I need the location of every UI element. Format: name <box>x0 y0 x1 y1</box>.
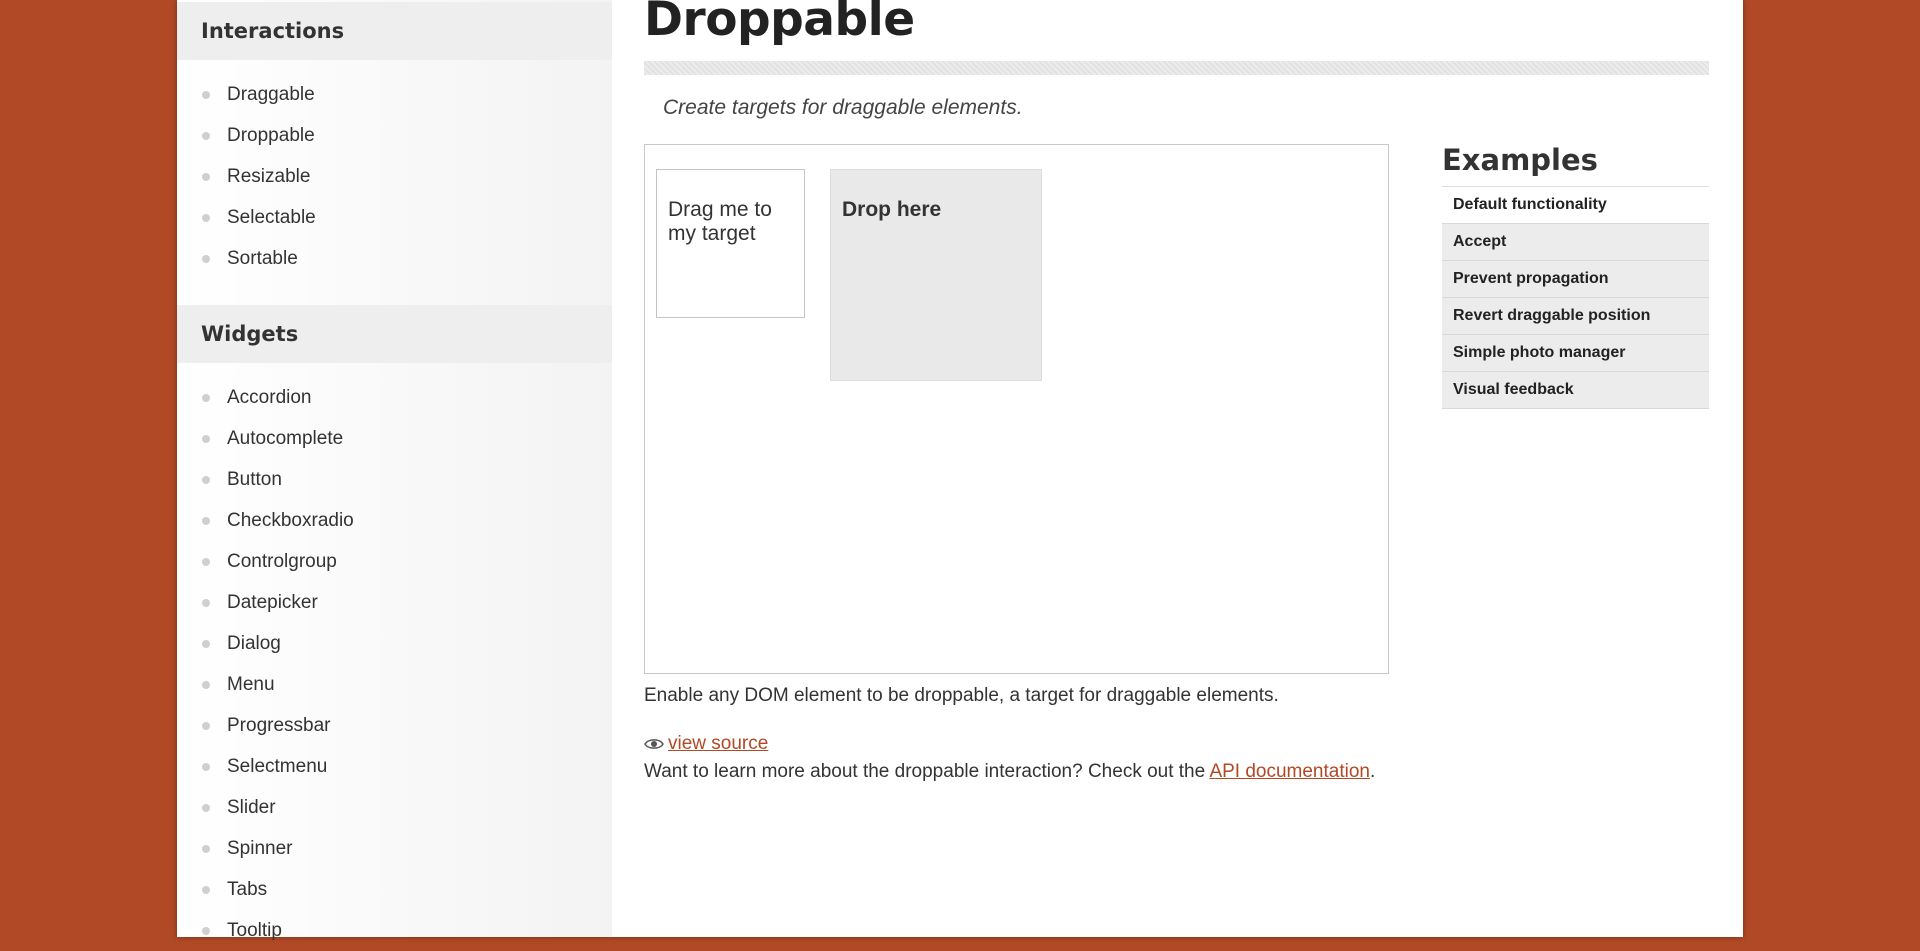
sidebar-item-button[interactable]: Button <box>177 459 612 500</box>
sidebar-item-label[interactable]: Dialog <box>227 633 281 655</box>
bullet-icon <box>202 803 210 812</box>
sidebar-item-label[interactable]: Resizable <box>227 166 310 188</box>
sidebar-heading-interactions: Interactions <box>177 2 612 60</box>
widgets-list: Accordion Autocomplete Button Checkboxra… <box>177 363 612 951</box>
sidebar-item-label[interactable]: Spinner <box>227 838 293 860</box>
sidebar-item-label[interactable]: Selectmenu <box>227 756 327 778</box>
examples-panel: Examples Default functionality Accept Pr… <box>1442 140 1709 409</box>
bullet-icon <box>202 254 210 263</box>
sidebar-item-label[interactable]: Autocomplete <box>227 428 343 450</box>
view-source-label[interactable]: view source <box>668 733 768 755</box>
sidebar-item-selectable[interactable]: Selectable <box>177 197 612 238</box>
sidebar-item-draggable[interactable]: Draggable <box>177 74 612 115</box>
bullet-icon <box>202 90 210 99</box>
eye-icon <box>644 739 664 749</box>
sidebar-item-label[interactable]: Button <box>227 469 282 491</box>
sidebar-item-tabs[interactable]: Tabs <box>177 869 612 910</box>
page-subtitle: Create targets for draggable elements. <box>663 96 1023 119</box>
bullet-icon <box>202 721 210 730</box>
sidebar-item-sortable[interactable]: Sortable <box>177 238 612 279</box>
description-text: Enable any DOM element to be droppable, … <box>644 685 1279 706</box>
bullet-icon <box>202 172 210 181</box>
sidebar-item-label[interactable]: Datepicker <box>227 592 318 614</box>
bullet-icon <box>202 557 210 566</box>
bullet-icon <box>202 516 210 525</box>
bullet-icon <box>202 434 210 443</box>
sidebar-item-spinner[interactable]: Spinner <box>177 828 612 869</box>
sidebar-item-label[interactable]: Tooltip <box>227 920 282 942</box>
sidebar-item-progressbar[interactable]: Progressbar <box>177 705 612 746</box>
sidebar-item-checkboxradio[interactable]: Checkboxradio <box>177 500 612 541</box>
sidebar-item-slider[interactable]: Slider <box>177 787 612 828</box>
sidebar-item-label[interactable]: Slider <box>227 797 276 819</box>
sidebar-item-accordion[interactable]: Accordion <box>177 377 612 418</box>
bullet-icon <box>202 885 210 894</box>
bullet-icon <box>202 762 210 771</box>
bullet-icon <box>202 598 210 607</box>
bullet-icon <box>202 844 210 853</box>
sidebar-item-tooltip[interactable]: Tooltip <box>177 910 612 951</box>
learn-more-text: Want to learn more about the droppable i… <box>644 761 1375 783</box>
sidebar-item-label[interactable]: Tabs <box>227 879 267 901</box>
sidebar-item-label[interactable]: Sortable <box>227 248 298 270</box>
bullet-icon <box>202 926 210 935</box>
sidebar-item-selectmenu[interactable]: Selectmenu <box>177 746 612 787</box>
droppable-target[interactable]: Drop here <box>830 169 1042 381</box>
sidebar-item-menu[interactable]: Menu <box>177 664 612 705</box>
api-documentation-link[interactable]: API documentation <box>1209 761 1370 782</box>
page-title: Droppable <box>644 0 915 47</box>
examples-heading: Examples <box>1442 140 1709 187</box>
sidebar-item-label[interactable]: Menu <box>227 674 275 696</box>
bullet-icon <box>202 131 210 140</box>
examples-list: Default functionality Accept Prevent pro… <box>1442 187 1709 409</box>
example-item-default-functionality[interactable]: Default functionality <box>1442 187 1709 224</box>
sidebar-item-dialog[interactable]: Dialog <box>177 623 612 664</box>
sidebar-item-resizable[interactable]: Resizable <box>177 156 612 197</box>
learn-more-prefix: Want to learn more about the droppable i… <box>644 761 1210 782</box>
interactions-list: Draggable Droppable Resizable Selectable… <box>177 60 612 279</box>
bullet-icon <box>202 213 210 222</box>
bullet-icon <box>202 680 210 689</box>
view-source-link[interactable]: view source <box>644 733 768 755</box>
draggable-box[interactable]: Drag me to my target <box>656 169 805 318</box>
sidebar-item-label[interactable]: Selectable <box>227 207 316 229</box>
example-item-simple-photo-manager[interactable]: Simple photo manager <box>1442 335 1709 372</box>
title-divider <box>644 61 1709 75</box>
bullet-icon <box>202 475 210 484</box>
learn-more-suffix: . <box>1369 761 1376 782</box>
sidebar-item-label[interactable]: Draggable <box>227 84 315 106</box>
sidebar-item-label[interactable]: Droppable <box>227 125 315 147</box>
demo-frame: Drag me to my target Drop here <box>644 144 1389 674</box>
sidebar-item-controlgroup[interactable]: Controlgroup <box>177 541 612 582</box>
sidebar-item-label[interactable]: Accordion <box>227 387 312 409</box>
sidebar-item-droppable[interactable]: Droppable <box>177 115 612 156</box>
example-item-visual-feedback[interactable]: Visual feedback <box>1442 372 1709 409</box>
page-container: Interactions Draggable Droppable Resizab… <box>177 0 1743 941</box>
bullet-icon <box>202 639 210 648</box>
sidebar-item-label[interactable]: Progressbar <box>227 715 331 737</box>
example-item-accept[interactable]: Accept <box>1442 224 1709 261</box>
sidebar-item-datepicker[interactable]: Datepicker <box>177 582 612 623</box>
example-item-prevent-propagation[interactable]: Prevent propagation <box>1442 261 1709 298</box>
bullet-icon <box>202 393 210 402</box>
sidebar-heading-widgets: Widgets <box>177 305 612 363</box>
example-item-revert-draggable-position[interactable]: Revert draggable position <box>1442 298 1709 335</box>
sidebar-item-label[interactable]: Controlgroup <box>227 551 337 573</box>
sidebar-item-autocomplete[interactable]: Autocomplete <box>177 418 612 459</box>
sidebar-item-label[interactable]: Checkboxradio <box>227 510 354 532</box>
sidebar: Interactions Draggable Droppable Resizab… <box>177 0 612 941</box>
